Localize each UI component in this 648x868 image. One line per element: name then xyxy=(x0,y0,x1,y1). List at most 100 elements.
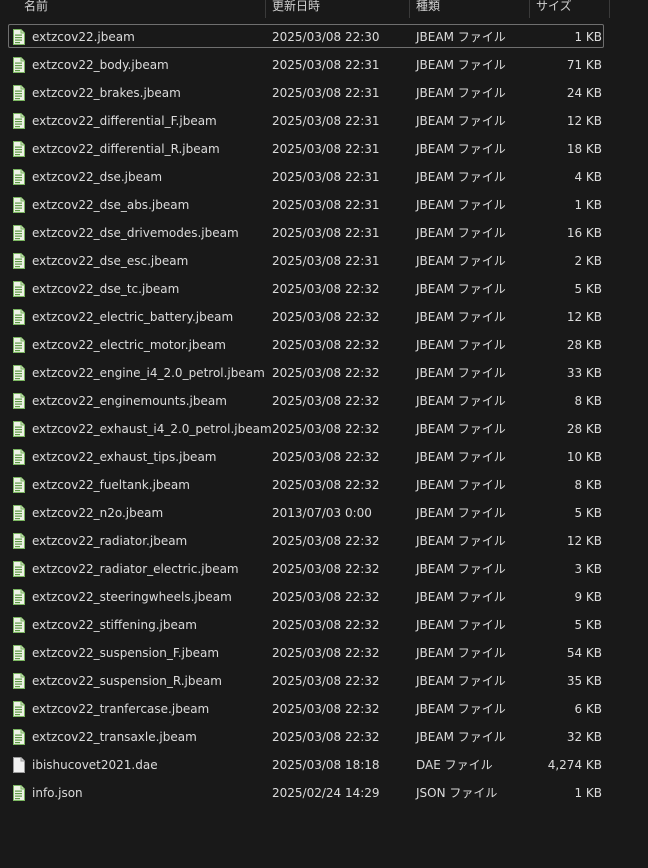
jbeam-file-icon xyxy=(12,365,26,381)
file-size: 35 KB xyxy=(566,674,602,688)
file-size: 28 KB xyxy=(566,338,602,352)
jbeam-file-icon xyxy=(12,505,26,521)
jbeam-file-icon xyxy=(12,57,26,73)
file-modified-date: 2025/03/08 22:32 xyxy=(272,618,380,632)
column-header-name[interactable]: 名前 xyxy=(18,0,266,18)
file-name: extzcov22_fueltank.jbeam xyxy=(32,478,190,492)
file-type: JBEAM ファイル xyxy=(416,394,506,408)
file-name: extzcov22_steeringwheels.jbeam xyxy=(32,590,232,604)
file-modified-date: 2025/03/08 22:31 xyxy=(272,254,380,268)
file-type: JBEAM ファイル xyxy=(416,86,506,100)
file-row[interactable]: extzcov22_dse.jbeam 2025/03/08 22:31 JBEAM… xyxy=(0,163,648,191)
file-name: extzcov22_transaxle.jbeam xyxy=(32,730,197,744)
file-modified-date: 2025/03/08 22:31 xyxy=(272,114,380,128)
file-row[interactable]: extzcov22_differential_F.jbeam 2025/03/08… xyxy=(0,107,648,135)
file-modified-date: 2013/07/03 0:00 xyxy=(272,506,372,520)
file-row[interactable]: extzcov22_brakes.jbeam 2025/03/08 22:31 JB… xyxy=(0,79,648,107)
file-size: 5 KB xyxy=(574,618,602,632)
file-row[interactable]: extzcov22_radiator_electric.jbeam 2025/03… xyxy=(0,555,648,583)
file-row[interactable]: extzcov22_dse_abs.jbeam 2025/03/08 22:31 J… xyxy=(0,191,648,219)
file-row[interactable]: extzcov22_enginemounts.jbeam 2025/03/08 2… xyxy=(0,387,648,415)
file-name: extzcov22_body.jbeam xyxy=(32,58,169,72)
file-size: 71 KB xyxy=(566,58,602,72)
jbeam-file-icon xyxy=(12,449,26,465)
file-row[interactable]: extzcov22_electric_motor.jbeam 2025/03/08… xyxy=(0,331,648,359)
jbeam-file-icon xyxy=(12,589,26,605)
file-row[interactable]: extzcov22_stiffening.jbeam 2025/03/08 22:… xyxy=(0,611,648,639)
file-row[interactable]: extzcov22_exhaust_i4_2.0_petrol.jbeam 202… xyxy=(0,415,648,443)
column-divider[interactable] xyxy=(609,0,610,18)
file-type: JBEAM ファイル xyxy=(416,142,506,156)
jbeam-file-icon xyxy=(12,253,26,269)
jbeam-file-icon xyxy=(12,29,26,45)
file-row[interactable]: info.json 2025/02/24 14:29 JSON ファイル 1 KB xyxy=(0,779,648,807)
file-row[interactable]: extzcov22.jbeam 2025/03/08 22:30 JBEAM ファイ… xyxy=(0,23,648,51)
file-type: JBEAM ファイル xyxy=(416,254,506,268)
file-row[interactable]: extzcov22_steeringwheels.jbeam 2025/03/08… xyxy=(0,583,648,611)
file-modified-date: 2025/03/08 22:32 xyxy=(272,366,380,380)
file-row[interactable]: ibishucovet2021.dae 2025/03/08 18:18 DAE フ… xyxy=(0,751,648,779)
file-size: 28 KB xyxy=(566,422,602,436)
file-type: JBEAM ファイル xyxy=(416,618,506,632)
jbeam-file-icon xyxy=(12,701,26,717)
jbeam-file-icon xyxy=(12,617,26,633)
file-row[interactable]: extzcov22_dse_esc.jbeam 2025/03/08 22:31 J… xyxy=(0,247,648,275)
file-name: ibishucovet2021.dae xyxy=(32,758,158,772)
column-header-date[interactable]: 更新日時 xyxy=(266,0,408,18)
column-header-type[interactable]: 種類 xyxy=(410,0,528,18)
file-size: 18 KB xyxy=(566,142,602,156)
file-row[interactable]: extzcov22_electric_battery.jbeam 2025/03/… xyxy=(0,303,648,331)
file-modified-date: 2025/03/08 22:32 xyxy=(272,674,380,688)
file-row[interactable]: extzcov22_suspension_F.jbeam 2025/03/08 2… xyxy=(0,639,648,667)
file-row[interactable]: extzcov22_body.jbeam 2025/03/08 22:31 JBEA… xyxy=(0,51,648,79)
file-name: extzcov22.jbeam xyxy=(32,30,135,44)
jbeam-file-icon xyxy=(12,477,26,493)
file-size: 12 KB xyxy=(566,534,602,548)
file-type: JBEAM ファイル xyxy=(416,506,506,520)
file-type: JBEAM ファイル xyxy=(416,226,506,240)
file-row[interactable]: extzcov22_transaxle.jbeam 2025/03/08 22:3… xyxy=(0,723,648,751)
file-size: 5 KB xyxy=(574,282,602,296)
file-size: 8 KB xyxy=(574,478,602,492)
file-row[interactable]: extzcov22_radiator.jbeam 2025/03/08 22:32… xyxy=(0,527,648,555)
file-name: extzcov22_dse_drivemodes.jbeam xyxy=(32,226,239,240)
file-size: 1 KB xyxy=(574,786,602,800)
jbeam-file-icon xyxy=(12,85,26,101)
file-row[interactable]: extzcov22_differential_R.jbeam 2025/03/08… xyxy=(0,135,648,163)
file-size: 12 KB xyxy=(566,114,602,128)
file-row[interactable]: extzcov22_engine_i4_2.0_petrol.jbeam 2025… xyxy=(0,359,648,387)
file-type: JBEAM ファイル xyxy=(416,562,506,576)
file-row[interactable]: extzcov22_dse_drivemodes.jbeam 2025/03/08… xyxy=(0,219,648,247)
file-size: 1 KB xyxy=(574,198,602,212)
file-row[interactable]: extzcov22_dse_tc.jbeam 2025/03/08 22:32 JB… xyxy=(0,275,648,303)
file-size: 4 KB xyxy=(574,170,602,184)
file-row[interactable]: extzcov22_exhaust_tips.jbeam 2025/03/08 2… xyxy=(0,443,648,471)
file-size: 9 KB xyxy=(574,590,602,604)
file-size: 1 KB xyxy=(574,30,602,44)
jbeam-file-icon xyxy=(12,281,26,297)
file-modified-date: 2025/03/08 22:32 xyxy=(272,422,380,436)
file-modified-date: 2025/03/08 22:32 xyxy=(272,338,380,352)
blank-file-icon xyxy=(12,757,26,773)
column-header-size[interactable]: サイズ xyxy=(530,0,608,18)
file-row[interactable]: extzcov22_fueltank.jbeam 2025/03/08 22:32… xyxy=(0,471,648,499)
file-row[interactable]: extzcov22_tranfercase.jbeam 2025/03/08 22… xyxy=(0,695,648,723)
file-modified-date: 2025/03/08 22:31 xyxy=(272,58,380,72)
file-type: JBEAM ファイル xyxy=(416,338,506,352)
file-type: JBEAM ファイル xyxy=(416,58,506,72)
jbeam-file-icon xyxy=(12,393,26,409)
file-size: 10 KB xyxy=(566,450,602,464)
file-name: extzcov22_n2o.jbeam xyxy=(32,506,164,520)
file-size: 3 KB xyxy=(574,562,602,576)
file-name: info.json xyxy=(32,786,83,800)
jbeam-file-icon xyxy=(12,645,26,661)
file-row[interactable]: extzcov22_suspension_R.jbeam 2025/03/08 2… xyxy=(0,667,648,695)
file-type: JSON ファイル xyxy=(416,786,498,800)
file-type: JBEAM ファイル xyxy=(416,310,506,324)
file-size: 4,274 KB xyxy=(547,758,602,772)
file-type: JBEAM ファイル xyxy=(416,114,506,128)
file-name: extzcov22_tranfercase.jbeam xyxy=(32,702,210,716)
file-modified-date: 2025/03/08 22:32 xyxy=(272,730,380,744)
jbeam-file-icon xyxy=(12,785,26,801)
file-row[interactable]: extzcov22_n2o.jbeam 2013/07/03 0:00 JBEAM … xyxy=(0,499,648,527)
